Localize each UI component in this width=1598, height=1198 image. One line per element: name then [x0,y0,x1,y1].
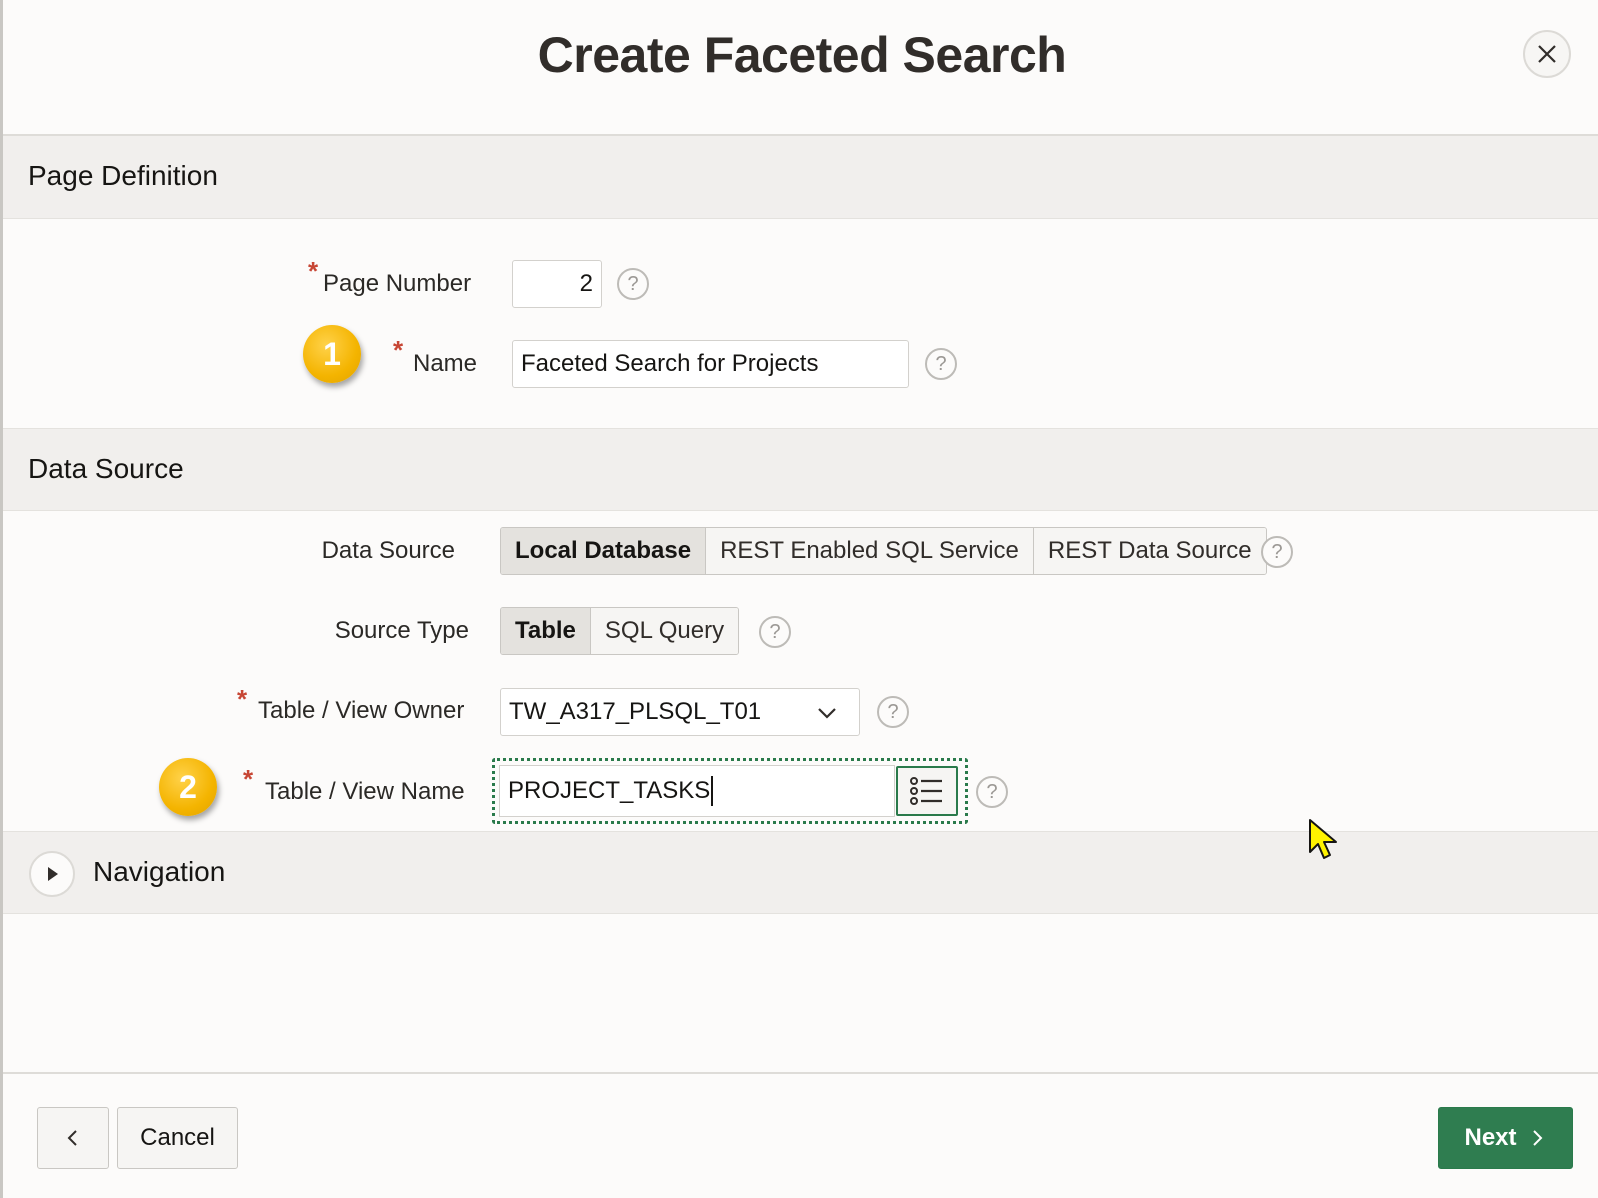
chevron-down-icon [818,708,836,719]
table-name-label: Table / View Name [265,778,465,805]
mouse-cursor-icon [1309,819,1337,859]
page-definition-title: Page Definition [28,160,218,191]
table-name-help-icon[interactable]: ? [976,776,1008,808]
table-owner-help-icon[interactable]: ? [877,696,909,728]
name-input[interactable]: Faceted Search for Projects [512,340,909,388]
data-source-region-header: Data Source [3,428,1598,511]
table-owner-label: Table / View Owner [258,697,465,724]
name-help-icon[interactable]: ? [925,348,957,380]
data-source-option-rest-data-source[interactable]: REST Data Source [1033,528,1266,574]
cancel-button[interactable]: Cancel [117,1107,238,1169]
next-button-label: Next [1464,1124,1517,1151]
previous-button[interactable] [37,1107,109,1169]
triangle-right-icon [48,867,58,881]
close-icon [1538,45,1556,63]
data-source-radio-group: Local Database REST Enabled SQL Service … [500,527,1267,575]
required-marker: * [243,764,254,794]
close-button[interactable] [1523,30,1571,78]
chevron-left-icon [67,1130,77,1146]
page-number-input[interactable]: 2 [512,260,602,308]
table-owner-value: TW_A317_PLSQL_T01 [509,698,762,725]
required-marker: * [237,684,248,714]
table-owner-select[interactable]: TW_A317_PLSQL_T01 [500,688,860,736]
step-badge-1: 1 [303,325,361,383]
list-icon [910,777,942,805]
chevron-right-icon [1532,1130,1542,1146]
navigation-expand-button[interactable] [29,851,75,897]
data-source-help-icon[interactable]: ? [1261,536,1293,568]
page-number-label: Page Number [323,270,472,297]
required-marker: * [308,256,319,286]
source-type-option-sql-query[interactable]: SQL Query [590,608,739,654]
data-source-option-rest-sql[interactable]: REST Enabled SQL Service [706,528,1034,574]
text-caret [711,776,714,806]
table-name-input[interactable]: PROJECT_TASKS [499,765,895,817]
next-button[interactable]: Next [1438,1107,1573,1169]
required-marker: * [393,335,404,365]
source-type-option-table[interactable]: Table [501,608,591,654]
page-definition-region-header: Page Definition [3,136,1598,219]
table-name-value: PROJECT_TASKS [508,777,711,804]
navigation-region-header[interactable]: Navigation [3,831,1598,914]
step-badge-2: 2 [159,758,217,816]
source-type-label: Source Type [334,617,469,644]
dialog-title: Create Faceted Search [537,27,1067,83]
name-label: Name [413,350,478,377]
source-type-help-icon[interactable]: ? [759,616,791,648]
navigation-title: Navigation [93,856,226,887]
data-source-option-local-database[interactable]: Local Database [501,528,707,574]
source-type-radio-group: Table SQL Query [500,607,740,655]
list-of-values-button[interactable] [896,766,958,816]
dialog-footer: Cancel Next [3,1072,1598,1198]
dialog-header: Create Faceted Search [3,0,1598,136]
create-faceted-search-dialog: Create Faceted Search Page Definition * … [0,0,1598,1198]
page-number-help-icon[interactable]: ? [617,268,649,300]
data-source-title: Data Source [28,453,184,484]
data-source-label: Data Source [321,537,455,564]
